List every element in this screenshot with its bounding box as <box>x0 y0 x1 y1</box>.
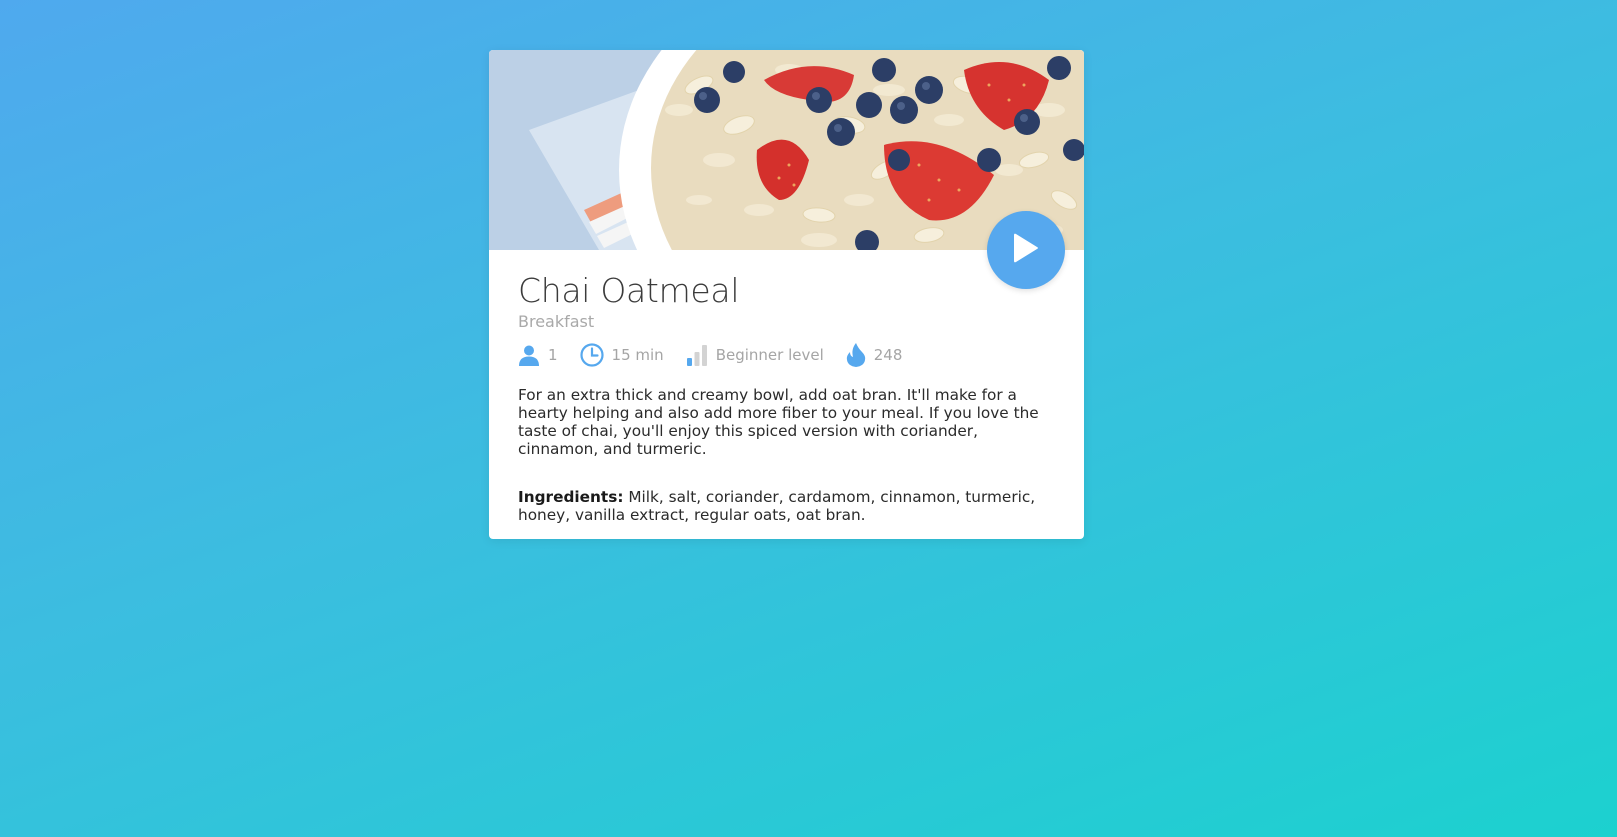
recipe-category: Breakfast <box>518 312 595 331</box>
recipe-description: For an extra thick and creamy bowl, add … <box>518 386 1039 458</box>
recipe-title: Chai Oatmeal <box>518 271 740 310</box>
user-icon <box>518 344 540 366</box>
recipe-card: Chai Oatmeal Breakfast 1 15 min Beginner… <box>489 50 1084 539</box>
calories-value: 248 <box>873 346 903 364</box>
flame-icon <box>846 343 866 367</box>
calories-meta: 248 <box>846 343 903 367</box>
servings-value: 1 <box>548 346 558 364</box>
time-meta: 15 min <box>579 343 664 367</box>
time-value: 15 min <box>611 346 664 364</box>
recipe-meta: 1 15 min Beginner level 248 <box>518 342 1058 368</box>
clock-icon <box>579 343 604 367</box>
level-value: Beginner level <box>715 346 824 364</box>
signal-bars-icon <box>686 344 708 366</box>
ingredients-label: Ingredients: <box>518 488 624 506</box>
play-icon <box>1011 231 1041 269</box>
level-meta: Beginner level <box>686 344 824 366</box>
recipe-ingredients: Ingredients: Milk, salt, coriander, card… <box>518 488 1058 524</box>
recipe-content: Chai Oatmeal Breakfast 1 15 min Beginner… <box>518 271 1058 525</box>
servings-meta: 1 <box>518 344 558 366</box>
recipe-photo <box>489 50 1084 250</box>
